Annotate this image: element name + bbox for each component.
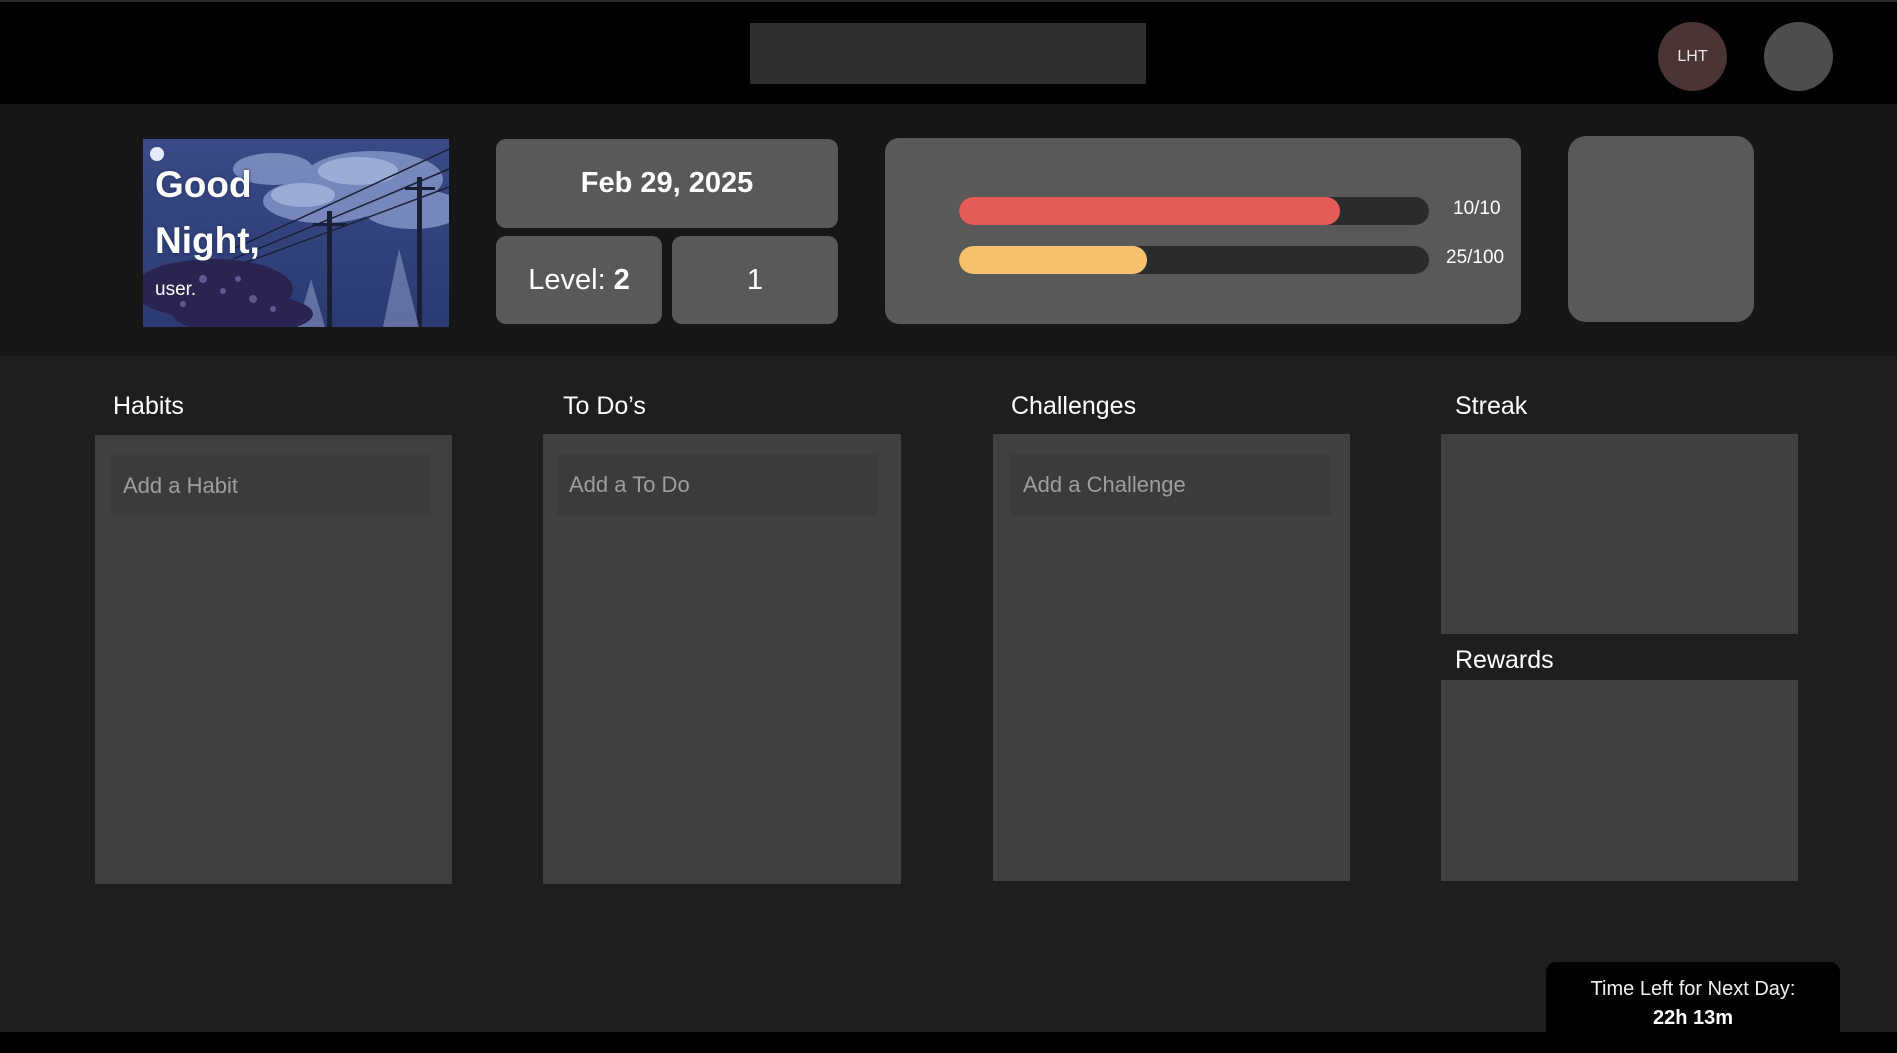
experience-text: 25/100 — [1446, 247, 1505, 268]
greeting-text: Good Night, user. — [155, 157, 260, 301]
rewards-title: Rewards — [1455, 646, 1554, 674]
top-bar: LHT — [0, 0, 1897, 104]
level-label: Level: — [528, 263, 606, 296]
health-bar — [959, 197, 1429, 225]
rewards-panel — [1441, 680, 1798, 881]
health-bar-fill — [959, 197, 1340, 225]
bottom-strip — [0, 1032, 1897, 1053]
greeting-line-1: Good — [155, 164, 252, 205]
timer-label: Time Left for Next Day: — [1590, 978, 1796, 1000]
habits-panel: Add a Habit — [95, 435, 452, 884]
add-challenge-input[interactable]: Add a Challenge — [1011, 454, 1331, 516]
timer-value: 22h 13m — [1652, 1007, 1734, 1029]
streak-panel — [1441, 434, 1798, 634]
avatar-initials: LHT — [1677, 47, 1708, 65]
greeting-user: user. — [155, 279, 197, 300]
add-habit-input[interactable]: Add a Habit — [111, 455, 431, 517]
progress-card: 10/10 25/100 — [885, 138, 1521, 324]
greeting-line-2: Night, — [155, 220, 260, 261]
health-text: 10/10 — [1453, 198, 1501, 219]
habits-title: Habits — [113, 392, 184, 420]
date-text: Feb 29, 2025 — [580, 167, 754, 199]
search-box[interactable] — [750, 23, 1146, 84]
experience-bar-fill — [959, 246, 1147, 274]
todos-panel: Add a To Do — [543, 434, 901, 884]
level-card: Level: 2 — [496, 236, 662, 324]
streak-title: Streak — [1455, 392, 1528, 420]
count-value: 1 — [746, 263, 764, 296]
experience-bar — [959, 246, 1429, 274]
extra-card — [1568, 136, 1754, 322]
date-card: Feb 29, 2025 — [496, 139, 838, 228]
initials-avatar[interactable]: LHT — [1658, 22, 1727, 91]
count-card: 1 — [672, 236, 838, 324]
next-day-timer: Time Left for Next Day: 22h 13m — [1546, 962, 1840, 1038]
add-todo-input[interactable]: Add a To Do — [557, 454, 877, 516]
challenges-title: Challenges — [1011, 392, 1137, 420]
profile-avatar[interactable] — [1764, 22, 1833, 91]
greeting-card: Good Night, user. — [143, 139, 449, 327]
challenges-panel: Add a Challenge — [993, 434, 1350, 881]
todos-title: To Do’s — [563, 392, 646, 420]
level-value: 2 — [613, 263, 630, 296]
